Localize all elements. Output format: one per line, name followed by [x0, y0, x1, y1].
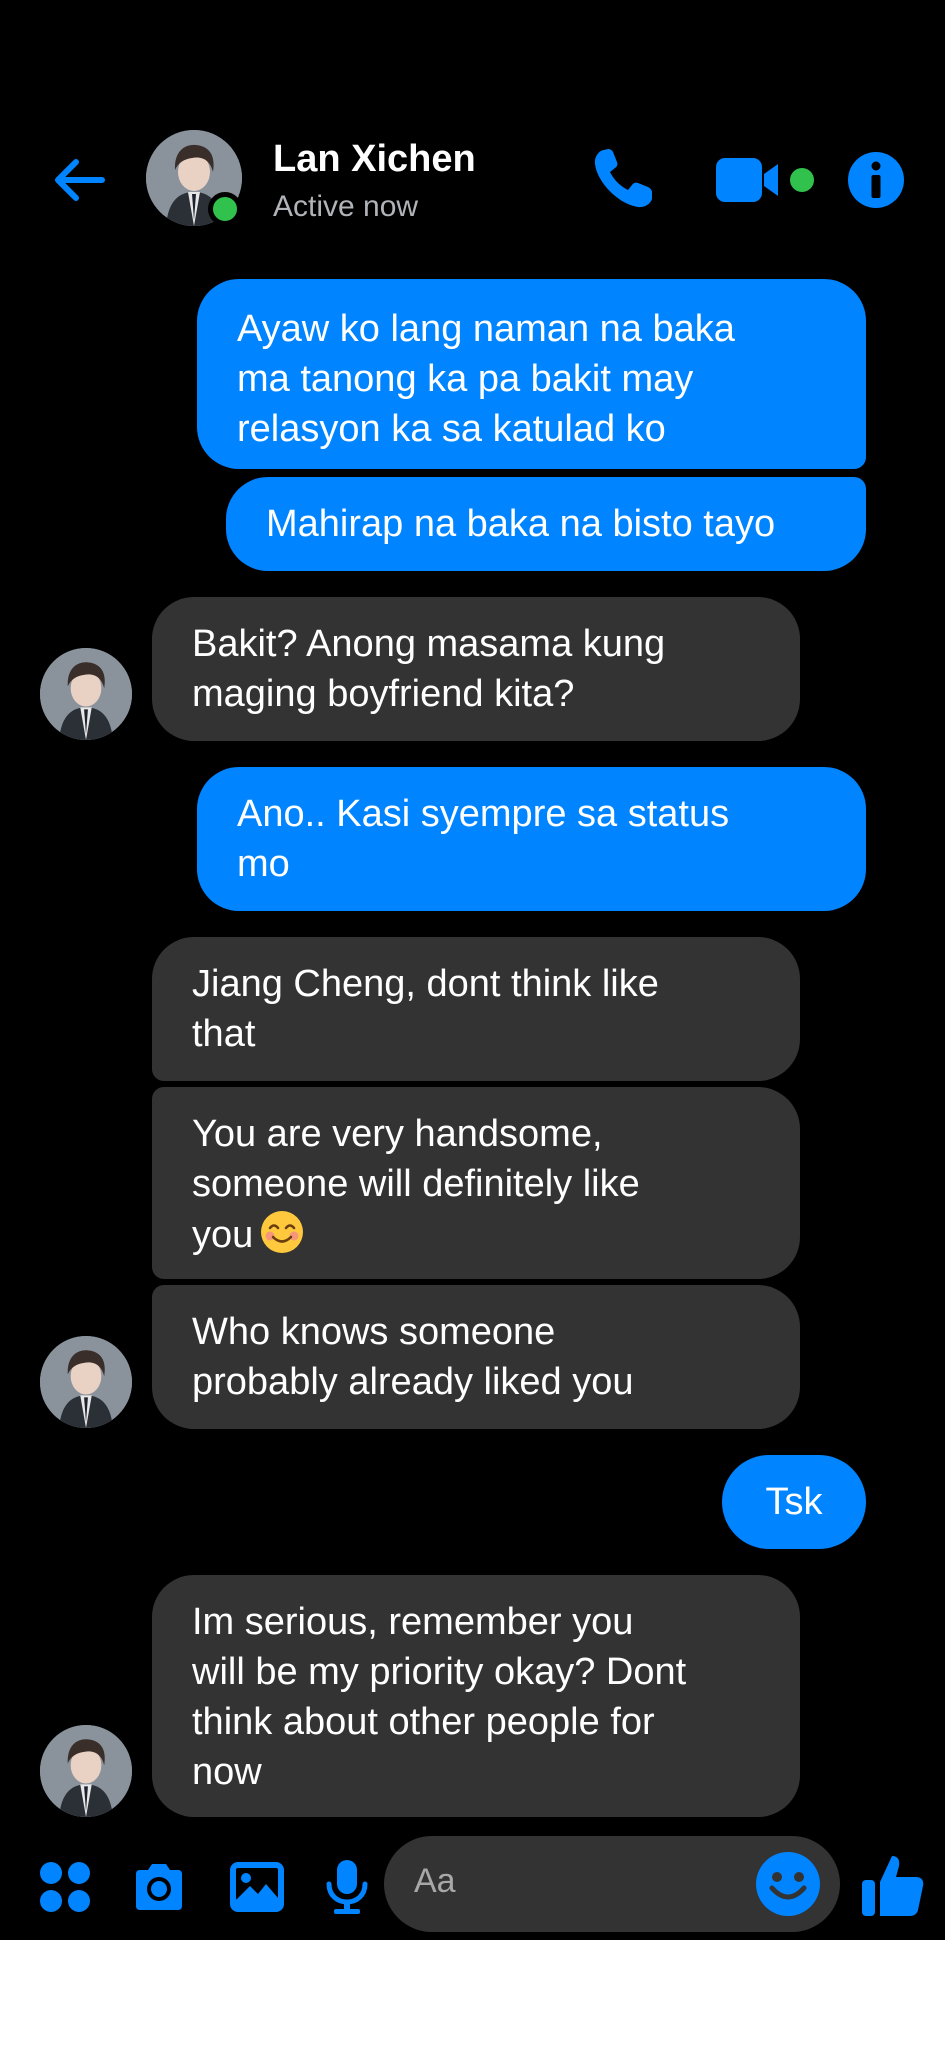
message-bubble-sent[interactable]: Tsk	[722, 1455, 866, 1549]
message-line: Jiang Cheng, dont think like	[192, 963, 659, 1005]
video-call-icon[interactable]	[712, 150, 822, 210]
sender-avatar[interactable]	[40, 648, 132, 740]
message-text: you	[192, 1214, 254, 1256]
message-line: Ano.. Kasi syempre sa status	[237, 793, 730, 835]
message-line: Ayaw ko lang naman na baka	[237, 308, 735, 350]
active-status: Active now	[273, 190, 419, 223]
message-line: you	[192, 1209, 760, 1260]
message-line: now	[192, 1751, 262, 1793]
smiling-face-icon	[259, 1209, 305, 1255]
message-composer	[0, 1836, 945, 1936]
sender-avatar[interactable]	[40, 1336, 132, 1428]
chat-header: Lan Xichen Active now	[0, 120, 945, 240]
message-line: ma tanong ka pa bakit may	[237, 358, 694, 400]
gallery-icon[interactable]	[228, 1858, 286, 1916]
message-line: will be my priority okay? Dont	[192, 1651, 687, 1693]
menu-dots-icon[interactable]	[36, 1858, 94, 1916]
thumbs-up-icon[interactable]	[860, 1850, 926, 1920]
online-status-dot	[208, 192, 242, 226]
message-line: Im serious, remember you	[192, 1601, 634, 1643]
message-bubble-sent[interactable]: Ayaw ko lang naman na baka ma tanong ka …	[197, 279, 866, 469]
message-bubble-received[interactable]: Bakit? Anong masama kung maging boyfrien…	[152, 597, 800, 741]
message-line: mo	[237, 843, 290, 885]
message-line: probably already liked you	[192, 1361, 634, 1403]
message-line: Bakit? Anong masama kung	[192, 623, 666, 665]
message-bubble-sent[interactable]: Mahirap na baka na bisto tayo	[226, 477, 866, 571]
message-line: relasyon ka sa katulad ko	[237, 408, 666, 450]
messenger-chat-screen: Lan Xichen Active now Ayaw ko lang naman…	[0, 0, 945, 1940]
camera-icon[interactable]	[130, 1858, 188, 1916]
message-line: maging boyfriend kita?	[192, 673, 575, 715]
message-bubble-sent[interactable]: Ano.. Kasi syempre sa status mo	[197, 767, 866, 911]
contact-name[interactable]: Lan Xichen	[273, 138, 476, 181]
message-bubble-received[interactable]: Jiang Cheng, dont think like that	[152, 937, 800, 1081]
message-line: Mahirap na baka na bisto tayo	[266, 503, 776, 545]
message-bubble-received[interactable]: You are very handsome, someone will defi…	[152, 1087, 800, 1279]
message-bubble-received[interactable]: Who knows someone probably already liked…	[152, 1285, 800, 1429]
info-icon[interactable]	[846, 150, 906, 210]
back-arrow-icon[interactable]	[48, 148, 112, 212]
message-line: someone will definitely like	[192, 1163, 640, 1205]
sender-avatar[interactable]	[40, 1725, 132, 1817]
message-bubble-received[interactable]: Im serious, remember you will be my prio…	[152, 1575, 800, 1817]
message-line: think about other people for	[192, 1701, 655, 1743]
message-line: You are very handsome,	[192, 1113, 603, 1155]
message-input[interactable]	[414, 1862, 734, 1901]
message-line: Who knows someone	[192, 1311, 556, 1353]
message-line: that	[192, 1013, 256, 1055]
message-line: Tsk	[765, 1481, 823, 1523]
emoji-icon[interactable]	[754, 1850, 822, 1918]
phone-call-icon[interactable]	[588, 144, 658, 214]
microphone-icon[interactable]	[318, 1858, 376, 1916]
contact-avatar[interactable]	[146, 130, 242, 226]
message-input-field[interactable]	[384, 1836, 840, 1932]
